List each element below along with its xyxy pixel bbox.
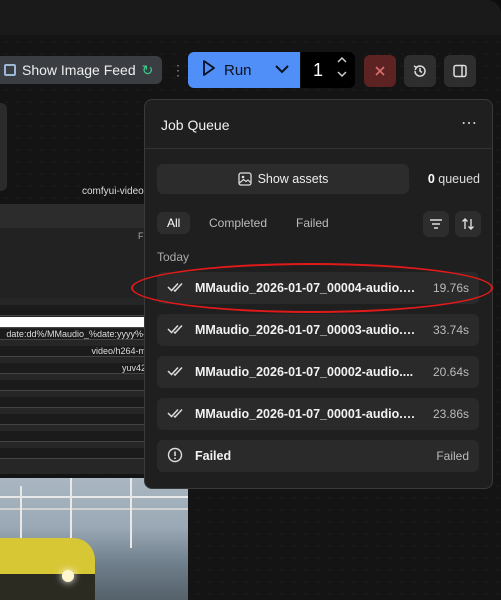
node-widget-filename[interactable]: date:dd%/MMaudio_%date:yyyy%- bbox=[0, 329, 150, 340]
show-image-feed-label: Show Image Feed bbox=[22, 62, 136, 78]
increment-icon[interactable] bbox=[337, 56, 347, 64]
close-icon bbox=[375, 66, 385, 76]
show-assets-label: Show assets bbox=[257, 172, 329, 186]
node-widget-row[interactable] bbox=[0, 380, 150, 391]
node-field-hint: F bbox=[138, 231, 144, 241]
show-image-feed-button[interactable]: Show Image Feed ↻ bbox=[0, 56, 162, 84]
double-check-icon bbox=[167, 365, 185, 380]
node-widget-format[interactable]: video/h264-m bbox=[0, 346, 150, 357]
sidebar-panel-icon bbox=[453, 64, 467, 78]
refresh-leaf-icon: ↻ bbox=[141, 61, 154, 78]
history-icon bbox=[413, 65, 426, 77]
image-icon bbox=[4, 64, 16, 76]
group-label-today: Today bbox=[157, 250, 190, 264]
node-title: comfyui-videoh bbox=[82, 186, 150, 197]
job-item[interactable]: MMaudio_2026-01-07_00003-audio.m... 33.7… bbox=[157, 314, 479, 346]
node-preview-area bbox=[0, 228, 150, 298]
divider bbox=[145, 148, 492, 149]
queued-label: queued bbox=[438, 172, 480, 186]
video-preview-image bbox=[0, 478, 188, 600]
run-count-stepper[interactable]: 1 bbox=[301, 52, 355, 88]
node-widget-row[interactable] bbox=[0, 448, 150, 459]
job-name: MMaudio_2026-01-07_00001-audio.m... bbox=[195, 407, 419, 421]
play-icon bbox=[202, 59, 216, 81]
node-widget-row[interactable] bbox=[0, 414, 150, 425]
tab-completed[interactable]: Completed bbox=[209, 212, 267, 234]
job-item[interactable]: MMaudio_2026-01-07_00001-audio.m... 23.8… bbox=[157, 398, 479, 430]
job-name: MMaudio_2026-01-07_00002-audio.... bbox=[195, 365, 414, 379]
decrement-icon[interactable] bbox=[337, 70, 347, 78]
job-item-failed[interactable]: Failed Failed bbox=[157, 440, 479, 472]
node-widget-pixfmt[interactable]: yuv42 bbox=[0, 363, 150, 374]
queued-number: 0 bbox=[427, 172, 435, 186]
job-status: Failed bbox=[436, 449, 469, 463]
filter-icon bbox=[430, 219, 442, 229]
sort-button[interactable] bbox=[455, 211, 481, 237]
more-horizontal-icon[interactable]: ⋯ bbox=[461, 113, 478, 133]
double-check-icon bbox=[167, 407, 185, 422]
job-name: MMaudio_2026-01-07_00003-audio.m... bbox=[195, 323, 419, 337]
run-label: Run bbox=[224, 61, 252, 79]
node-widget-row[interactable] bbox=[0, 305, 150, 316]
node-widget-row[interactable] bbox=[0, 397, 150, 408]
chevron-down-icon[interactable] bbox=[274, 61, 290, 82]
job-item[interactable]: MMaudio_2026-01-07_00002-audio.... 20.64… bbox=[157, 356, 479, 388]
tab-failed[interactable]: Failed bbox=[296, 212, 329, 234]
toggle-panel-button[interactable] bbox=[444, 55, 476, 87]
node-header bbox=[0, 204, 150, 228]
history-button[interactable] bbox=[404, 55, 436, 87]
job-duration: 20.64s bbox=[432, 365, 469, 379]
show-assets-button[interactable]: Show assets bbox=[157, 164, 409, 194]
queued-count: 0 queued bbox=[428, 172, 480, 186]
double-check-icon bbox=[167, 323, 185, 338]
job-queue-title: Job Queue bbox=[161, 117, 230, 133]
top-bar bbox=[0, 0, 501, 35]
highlight-annotation bbox=[131, 263, 493, 313]
job-duration: 33.74s bbox=[432, 323, 469, 337]
node-widget-row[interactable] bbox=[0, 431, 150, 442]
run-button[interactable]: Run bbox=[188, 52, 300, 88]
cancel-run-button[interactable] bbox=[364, 55, 396, 87]
tab-all[interactable]: All bbox=[157, 212, 191, 234]
run-count-value: 1 bbox=[313, 59, 324, 80]
job-duration: 23.86s bbox=[432, 407, 469, 421]
image-icon bbox=[237, 172, 252, 186]
node-widget-row[interactable] bbox=[0, 317, 150, 328]
canvas-node-fragment[interactable] bbox=[0, 103, 7, 191]
sort-arrows-icon bbox=[462, 218, 474, 230]
job-name: Failed bbox=[195, 449, 232, 463]
alert-circle-icon bbox=[167, 447, 185, 466]
filter-button[interactable] bbox=[423, 211, 449, 237]
